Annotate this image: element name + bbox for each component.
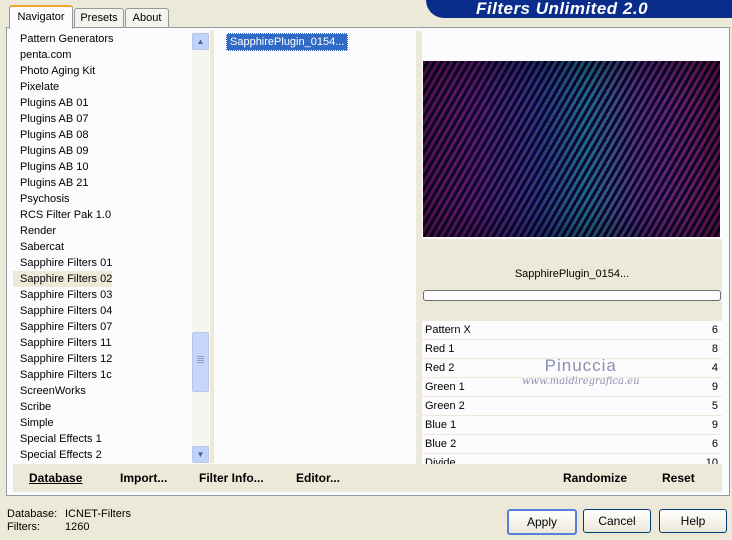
param-row[interactable]: Green 2 5 [422,397,722,416]
editor-button[interactable]: Editor... [296,471,340,485]
category-list-item[interactable]: Pattern Generators [13,31,193,47]
effect-name-label: SapphirePlugin_0154... [514,268,630,280]
param-value[interactable]: 6 [712,435,718,453]
status-database-label: Database: [7,508,58,520]
category-list-item[interactable]: Photo Aging Kit [13,63,193,79]
category-list-item[interactable]: Sapphire Filters 1c [13,367,193,383]
param-value[interactable]: 9 [712,378,718,396]
apply-button[interactable]: Apply [507,509,577,535]
param-name: Pattern X [425,324,471,336]
scroll-thumb[interactable] [192,332,209,392]
status-filters-value: 1260 [65,521,90,533]
param-name: Blue 1 [425,419,457,431]
param-value[interactable]: 4 [712,359,718,377]
scroll-down-button[interactable]: ▼ [192,446,209,463]
filter-info-button[interactable]: Filter Info... [199,471,264,485]
preview-info-area [422,239,722,321]
param-row[interactable]: Blue 2 6 [422,435,722,454]
param-name: Green 1 [425,381,465,393]
param-value[interactable]: 5 [712,397,718,415]
category-list-item[interactable]: Sapphire Filters 12 [13,351,193,367]
category-list-item[interactable]: Simple [13,415,193,431]
import-button[interactable]: Import... [120,471,167,485]
category-list-item[interactable]: Sapphire Filters 03 [13,287,193,303]
category-list-item[interactable]: Plugins AB 07 [13,111,193,127]
status-filters: Filters: 1260 [7,521,89,533]
param-row[interactable]: Blue 1 9 [422,416,722,435]
randomize-button[interactable]: Randomize [563,471,627,485]
category-list-item[interactable]: Sapphire Filters 07 [13,319,193,335]
tab-about[interactable]: About [125,8,169,27]
tab-presets[interactable]: Presets [74,8,124,27]
param-name: Red 1 [425,343,455,355]
category-list-item[interactable]: Pixelate [13,79,193,95]
param-value[interactable]: 9 [712,416,718,434]
parameter-list[interactable]: Pattern X 6 Red 1 8 Red 2 4 Green 1 9 Green 2 5 Bl… [422,321,722,473]
reset-button[interactable]: Reset [662,471,695,485]
category-list-item[interactable]: Sapphire Filters 11 [13,335,193,351]
param-name: Blue 2 [425,438,457,450]
status-database-value: ICNET-Filters [65,508,131,520]
category-list-item[interactable]: Sabercat [13,239,193,255]
help-button[interactable]: Help [659,509,727,533]
effect-list-item[interactable]: SapphirePlugin_0154... [226,33,349,51]
preview-top-area [422,31,722,59]
category-list-item[interactable]: Plugins AB 09 [13,143,193,159]
category-list-item[interactable]: Render [13,223,193,239]
watermark-title: Pinuccia [544,356,617,375]
app-title-banner: Filters Unlimited 2.0 [426,0,732,18]
status-filters-label: Filters: [7,521,40,533]
preview-image [423,61,720,237]
database-button[interactable]: Database [29,471,82,485]
category-list-item[interactable]: Special Effects 2 [13,447,193,463]
category-list-item[interactable]: Plugins AB 01 [13,95,193,111]
category-list-item[interactable]: Sapphire Filters 04 [13,303,193,319]
category-list-item[interactable]: Special Effects 1 [13,431,193,447]
tab-navigator[interactable]: Navigator [9,5,73,29]
param-row[interactable]: Pattern X 6 [422,321,722,340]
category-list-item[interactable]: RCS Filter Pak 1.0 [13,207,193,223]
status-database: Database: ICNET-Filters [7,508,131,520]
category-list-item[interactable]: Plugins AB 08 [13,127,193,143]
param-name: Green 2 [425,400,465,412]
param-name: Red 2 [425,362,455,374]
category-list[interactable]: Pattern Generators penta.com Photo Aging K… [13,31,193,463]
watermark: Pinuccia www.maidiregrafica.eu [522,356,640,387]
watermark-url: www.maidiregrafica.eu [522,376,640,387]
panel-divider [210,31,214,463]
category-scrollbar[interactable]: ▲ ▼ [192,32,209,463]
category-list-item[interactable]: Sapphire Filters 02 [13,271,112,287]
scroll-up-button[interactable]: ▲ [192,33,209,50]
cancel-button[interactable]: Cancel [583,509,651,533]
category-list-item[interactable]: Scribe [13,399,193,415]
param-value[interactable]: 6 [712,321,718,339]
category-list-item[interactable]: ScreenWorks [13,383,193,399]
category-list-item[interactable]: Plugins AB 21 [13,175,193,191]
category-list-item[interactable]: penta.com [13,47,193,63]
category-list-item[interactable]: Plugins AB 10 [13,159,193,175]
category-list-item[interactable]: Psychosis [13,191,193,207]
category-list-item[interactable]: Sapphire Filters 01 [13,255,193,271]
param-value[interactable]: 8 [712,340,718,358]
progress-bar [423,290,721,301]
